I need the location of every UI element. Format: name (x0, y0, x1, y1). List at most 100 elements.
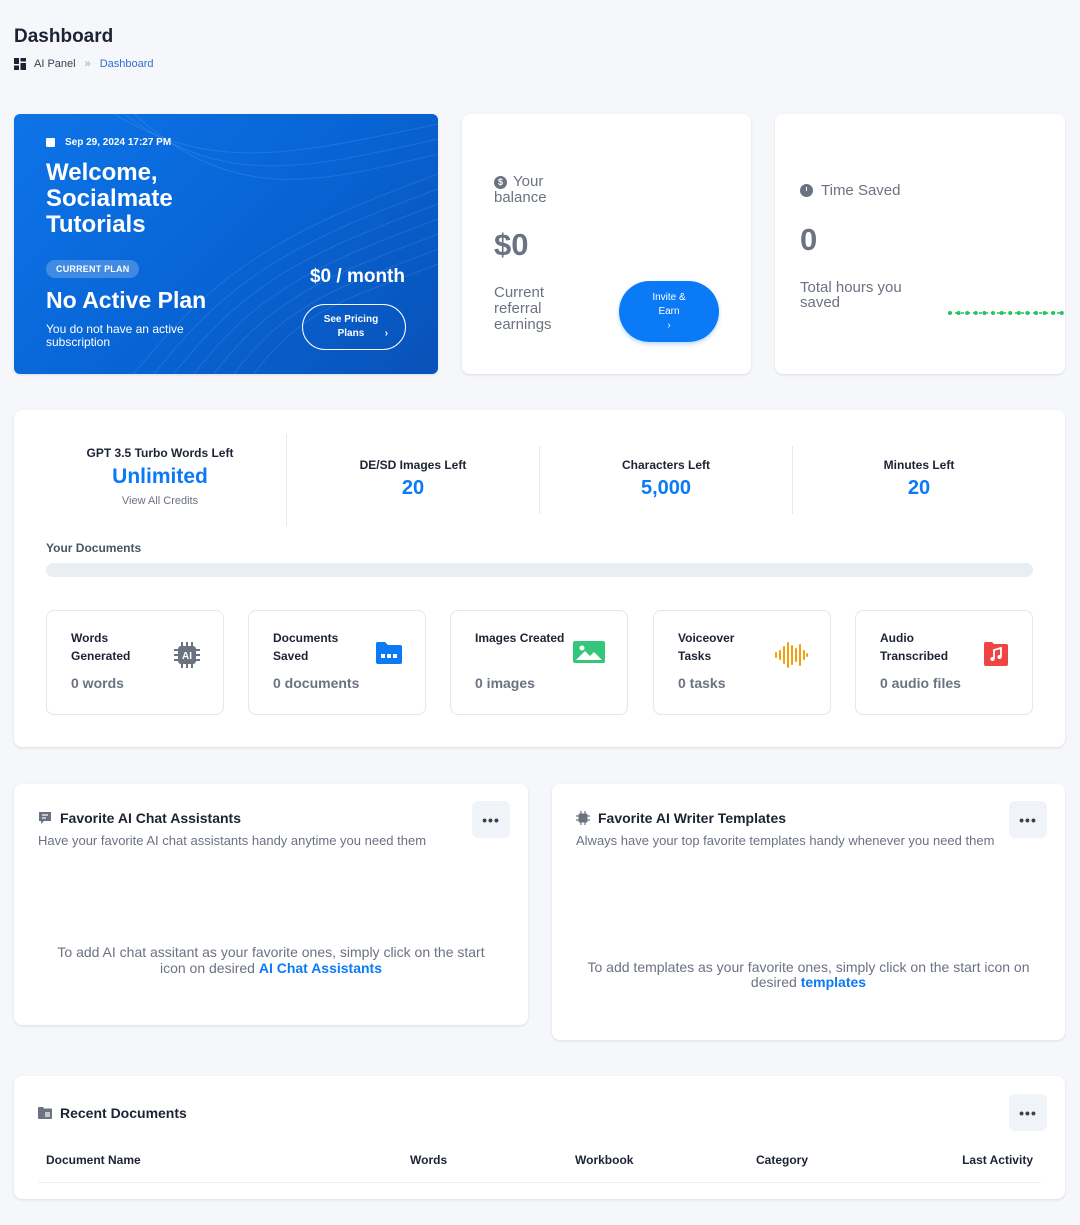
favorite-chat-menu-button[interactable]: ••• (472, 801, 510, 838)
credit-label: Characters Left (621, 458, 711, 472)
sparkline-point (1034, 311, 1038, 315)
templates-link[interactable]: templates (801, 974, 866, 990)
sparkline-point (1008, 311, 1013, 315)
breadcrumb-separator: » (84, 58, 91, 70)
favorite-chat-assistants-card: Favorite AI Chat Assistants Have your fa… (14, 784, 528, 1025)
sparkline-point (999, 311, 1004, 315)
recent-documents-table-header: Document Name Words Workbook Category La… (46, 1153, 1033, 1183)
sparkline-point (991, 311, 995, 315)
ai-chip-icon (576, 811, 590, 825)
ai-chat-assistants-link[interactable]: AI Chat Assistants (259, 960, 382, 976)
divider (792, 446, 793, 514)
chevron-right-icon: › (384, 328, 389, 339)
stat-value: 0 audio files (880, 675, 961, 691)
credit-minutes: Minutes Left 20 (819, 458, 1019, 500)
favorite-chat-header: Favorite AI Chat Assistants (38, 810, 241, 826)
see-pricing-plans-button[interactable]: See Pricing Plans › (302, 304, 406, 350)
documents-progress-bar (46, 563, 1033, 577)
favorite-templates-subtitle: Always have your top favorite templates … (576, 833, 995, 848)
favorite-chat-empty-text: To add AI chat assitant as your favorite… (57, 944, 485, 976)
favorite-templates-title: Favorite AI Writer Templates (598, 810, 787, 826)
credit-value: 20 (401, 477, 425, 499)
balance-label: $ Your balance (494, 173, 547, 206)
welcome-date: Sep 29, 2024 17:27 PM (46, 137, 171, 148)
column-workbook[interactable]: Workbook (575, 1153, 633, 1167)
column-document-name[interactable]: Document Name (46, 1153, 141, 1167)
sparkline-point (973, 311, 978, 315)
stat-images-created[interactable]: Images Created 0 images (450, 610, 628, 715)
favorite-templates-empty-text: To add templates as your favorite ones, … (587, 959, 1030, 990)
recent-documents-title: Recent Documents (60, 1105, 187, 1121)
column-category[interactable]: Category (756, 1153, 808, 1167)
dashboard-grid-icon (14, 58, 26, 70)
sparkline-point (1025, 311, 1030, 315)
credit-label: DE/SD Images Left (359, 458, 467, 472)
date-text: Sep 29, 2024 17:27 PM (65, 137, 172, 148)
view-all-credits-link[interactable]: View All Credits (60, 495, 260, 507)
credit-characters: Characters Left 5,000 (566, 458, 766, 500)
credits-card: GPT 3.5 Turbo Words Left Unlimited View … (14, 410, 1065, 747)
welcome-card: Sep 29, 2024 17:27 PM Welcome, Socialmat… (14, 114, 438, 374)
credit-gpt-words: GPT 3.5 Turbo Words Left Unlimited View … (60, 446, 260, 507)
recent-documents-header: Recent Documents (38, 1105, 187, 1121)
plan-price: $0 / month (309, 266, 405, 287)
favorite-templates-header: Favorite AI Writer Templates (576, 810, 786, 826)
sparkline-point (1042, 311, 1047, 315)
breadcrumb-root[interactable]: AI Panel (34, 58, 76, 70)
breadcrumb: AI Panel » Dashboard (14, 58, 154, 70)
current-plan-badge: CURRENT PLAN (46, 260, 140, 278)
folder-icon (38, 1107, 52, 1119)
sparkline-point (948, 311, 952, 315)
credit-value: Unlimited (112, 465, 208, 488)
stat-voiceover-tasks[interactable]: Voiceover Tasks 0 tasks (653, 610, 831, 715)
favorite-templates-menu-button[interactable]: ••• (1009, 801, 1047, 838)
svg-text:AI: AI (182, 651, 192, 662)
invite-earn-label: Invite & Earn (652, 291, 686, 317)
stat-value: 0 words (71, 675, 124, 691)
balance-card: $ Your balance $0 Current referral earnin… (462, 114, 751, 374)
calendar-icon (46, 138, 55, 147)
recent-documents-menu-button[interactable]: ••• (1009, 1094, 1047, 1131)
sparkline-point (982, 311, 987, 315)
credit-value: 5,000 (640, 477, 692, 499)
soundwave-icon (775, 642, 808, 668)
favorite-chat-title: Favorite AI Chat Assistants (60, 810, 242, 826)
folder-icon (376, 642, 402, 664)
plan-description: You do not have an active subscription (46, 322, 184, 349)
stat-value: 0 images (475, 675, 535, 691)
balance-amount: $0 (494, 227, 529, 262)
plan-name: No Active Plan (46, 287, 207, 313)
stat-value: 0 documents (273, 675, 360, 691)
stat-value: 0 tasks (678, 675, 726, 691)
stat-audio-transcribed[interactable]: Audio Transcribed 0 audio files (855, 610, 1033, 715)
time-saved-label: Time Saved (800, 182, 900, 199)
favorite-chat-subtitle: Have your favorite AI chat assistants ha… (38, 833, 427, 848)
dollar-icon: $ (494, 176, 507, 189)
sparkline-point (965, 311, 970, 315)
invite-earn-button[interactable]: Invite & Earn › (619, 281, 719, 342)
welcome-greeting: Welcome, Socialmate Tutorials (46, 159, 173, 238)
sparkline-point (1051, 311, 1056, 315)
chat-bubble-icon (39, 812, 51, 824)
divider (539, 446, 540, 514)
sparkline-point (956, 311, 961, 315)
stat-documents-saved[interactable]: Documents Saved 0 documents (248, 610, 426, 715)
column-words[interactable]: Words (410, 1153, 447, 1167)
column-last-activity[interactable]: Last Activity (962, 1153, 1033, 1167)
time-saved-card: Time Saved 0 Total hours you saved (775, 114, 1065, 374)
stat-title: Words Generated (71, 631, 131, 663)
your-documents-label: Your Documents (46, 541, 142, 555)
breadcrumb-current[interactable]: Dashboard (100, 58, 154, 70)
stat-title: Images Created (475, 631, 565, 645)
time-saved-sub-label: Total hours you saved (800, 279, 902, 311)
credit-value: 20 (907, 477, 931, 499)
sparkline-point (1059, 311, 1064, 315)
credit-label: Minutes Left (883, 458, 955, 472)
page-title: Dashboard (14, 26, 114, 47)
see-pricing-plans-label: See Pricing Plans (323, 314, 379, 339)
recent-documents-card: Recent Documents ••• Document Name Words… (14, 1076, 1065, 1199)
credit-images: DE/SD Images Left 20 (313, 458, 513, 500)
referral-earnings-label: Current referral earnings (494, 284, 552, 333)
stat-words-generated[interactable]: Words Generated 0 words AI (46, 610, 224, 715)
table-divider (38, 1182, 1041, 1183)
